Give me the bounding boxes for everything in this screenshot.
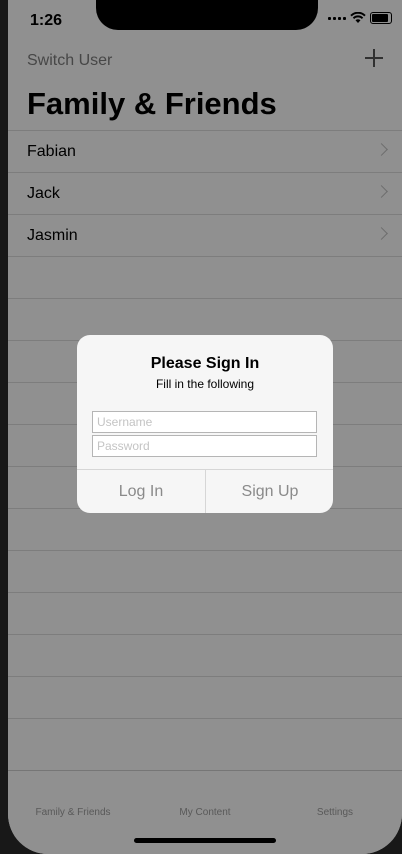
sign-up-button[interactable]: Sign Up <box>205 470 333 513</box>
dialog-title: Please Sign In <box>150 355 260 372</box>
username-field[interactable] <box>92 411 317 433</box>
sign-in-dialog: Please Sign In Fill in the following Log… <box>77 335 333 513</box>
dialog-button-row: Log In Sign Up <box>77 469 333 513</box>
dialog-message: Fill in the following <box>155 377 255 391</box>
log-in-button[interactable]: Log In <box>77 470 205 513</box>
password-field[interactable] <box>92 435 317 457</box>
